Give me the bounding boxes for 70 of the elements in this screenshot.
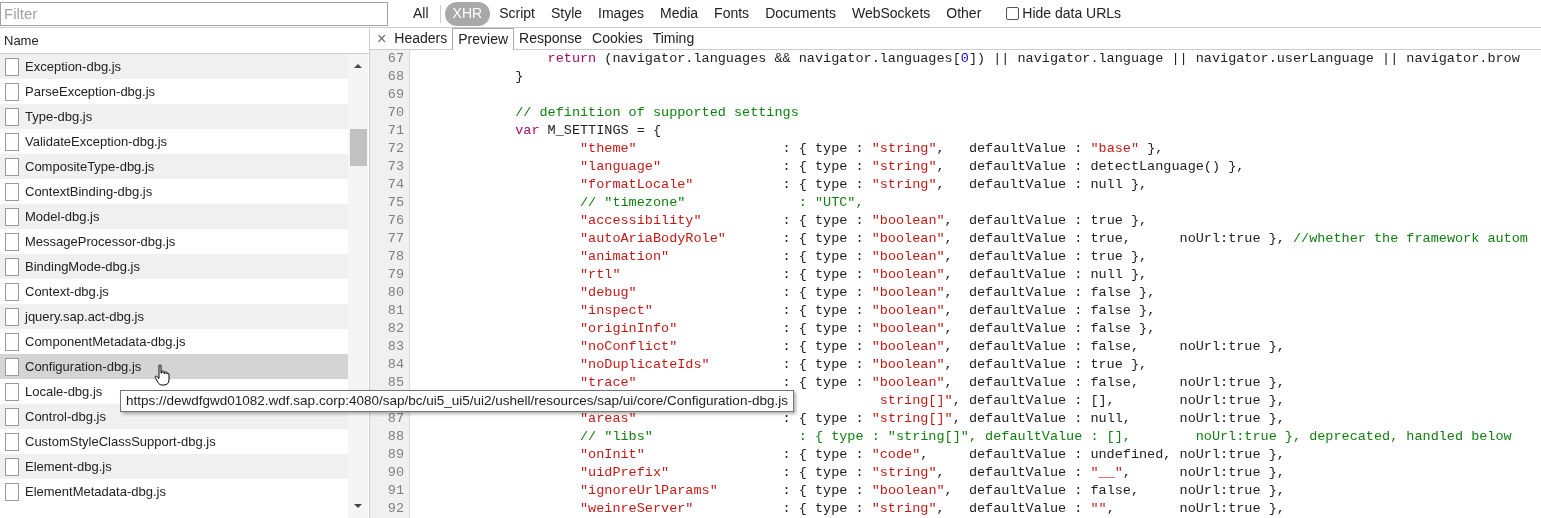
file-name: Type-dbg.js (25, 107, 93, 126)
file-name: Element-dbg.js (25, 457, 112, 476)
file-name: ParseException-dbg.js (25, 82, 156, 101)
line-number: 74 (387, 177, 404, 192)
line-number: 80 (387, 285, 404, 300)
code-line: "onInit" : { type : "code", defaultValue : undefined, noUrl:true }, (580, 446, 1285, 464)
code-line: "noDuplicateIds" : { type : "boolean", defaultValue : true }, (580, 356, 1148, 374)
file-name: Exception-dbg.js (25, 57, 122, 76)
code-line: "debug" : { type : "boolean", defaultValue : false }, (580, 284, 1156, 302)
file-name: MessageProcessor-dbg.js (25, 232, 176, 251)
line-number: 90 (387, 465, 404, 480)
code-line: "uidPrefix" : { type : "string", defaultValue : "__", noUrl:true }, (580, 464, 1285, 482)
code-line: // "libs" : { type : "string[]", defaultValue : [], noUrl:true }, deprecated, handled below (580, 428, 1512, 446)
line-number: 87 (387, 411, 404, 426)
line-number: 77 (387, 231, 404, 246)
code-line: "ignoreUrlParams" : { type : "boolean", defaultValue : false, noUrl:true }, (580, 482, 1285, 500)
code-line: "rtl" : { type : "boolean", defaultValue : null }, (580, 266, 1148, 284)
code-line: return (navigator.languages && navigator.languages[0]) || navigator.language || navigator.userLanguage || navigator.brow (547, 50, 1520, 68)
code-line: // definition of supported settings (515, 104, 799, 122)
line-number: 78 (387, 249, 404, 264)
code-line: "weinreServer" : { type : "string", defaultValue : "", noUrl:true }, (580, 500, 1285, 518)
line-number: 88 (387, 429, 404, 444)
line-number: 82 (387, 321, 404, 336)
line-number: 81 (387, 303, 404, 318)
line-number: 71 (387, 123, 404, 138)
code-line: var M_SETTINGS = { (515, 122, 662, 140)
line-number: 68 (387, 69, 404, 84)
file-name: CompositeType-dbg.js (25, 157, 155, 176)
line-number: 85 (387, 375, 404, 390)
line-number: 69 (387, 87, 404, 102)
code-line: string[]", defaultValue : [], noUrl:true }, (879, 392, 1285, 410)
code-line: "noConflict" : { type : "boolean", defaultValue : false, noUrl:true }, (580, 338, 1285, 356)
column-header: Name (4, 31, 39, 50)
line-number: 70 (387, 105, 404, 120)
file-name: BindingMode-dbg.js (25, 257, 140, 276)
code-line: "language" : { type : "string", defaultValue : detectLanguage() }, (580, 158, 1245, 176)
line-number: 91 (387, 483, 404, 498)
file-name: Context-dbg.js (25, 282, 109, 301)
line-number: 92 (387, 501, 404, 516)
file-name: Locale-dbg.js (25, 382, 103, 401)
url-tooltip: https://dewdfgwd01082.wdf.sap.corp:4080/sap/bc/ui5_ui5/ui2/ushell/resources/sap/ui/core/Configuration-dbg.js (120, 390, 794, 412)
file-name: Model-dbg.js (25, 207, 100, 226)
line-number: 84 (387, 357, 404, 372)
code-line: "autoAriaBodyRole" : { type : "boolean", defaultValue : true, noUrl:true }, //whether the framework autom (580, 230, 1528, 248)
line-number: 76 (387, 213, 404, 228)
line-number: 72 (387, 141, 404, 156)
file-name: Configuration-dbg.js (25, 357, 142, 376)
line-number: 89 (387, 447, 404, 462)
file-name: CustomStyleClassSupport-dbg.js (25, 432, 216, 451)
code-line: "formatLocale" : { type : "string", defaultValue : null }, (580, 176, 1148, 194)
line-number: 67 (387, 51, 404, 66)
file-name: ContextBinding-dbg.js (25, 182, 153, 201)
code-line: // "timezone" : "UTC", (580, 194, 864, 212)
file-name: jquery.sap.act-dbg.js (25, 307, 144, 326)
line-number: 73 (387, 159, 404, 174)
file-name: ComponentMetadata-dbg.js (25, 332, 186, 351)
code-line: } (515, 68, 524, 86)
file-name: ValidateException-dbg.js (25, 132, 168, 151)
code-line: "theme" : { type : "string", defaultValue : "base" }, (580, 140, 1164, 158)
line-number: 75 (387, 195, 404, 210)
code-line: "originInfo" : { type : "boolean", defaultValue : false }, (580, 320, 1156, 338)
code-line: "inspect" : { type : "boolean", defaultValue : false }, (580, 302, 1156, 320)
code-line: "areas" : { type : "string[]", defaultValue : null, noUrl:true }, (580, 410, 1285, 428)
code-line: "animation" : { type : "boolean", defaultValue : true }, (580, 248, 1148, 266)
code-line: "accessibility" : { type : "boolean", defaultValue : true }, (580, 212, 1148, 230)
line-number: 79 (387, 267, 404, 282)
line-number: 83 (387, 339, 404, 354)
file-name: Control-dbg.js (25, 407, 106, 426)
code-line: "trace" : { type : "boolean", defaultValue : false, noUrl:true }, (580, 374, 1285, 392)
file-name: ElementMetadata-dbg.js (25, 482, 166, 501)
